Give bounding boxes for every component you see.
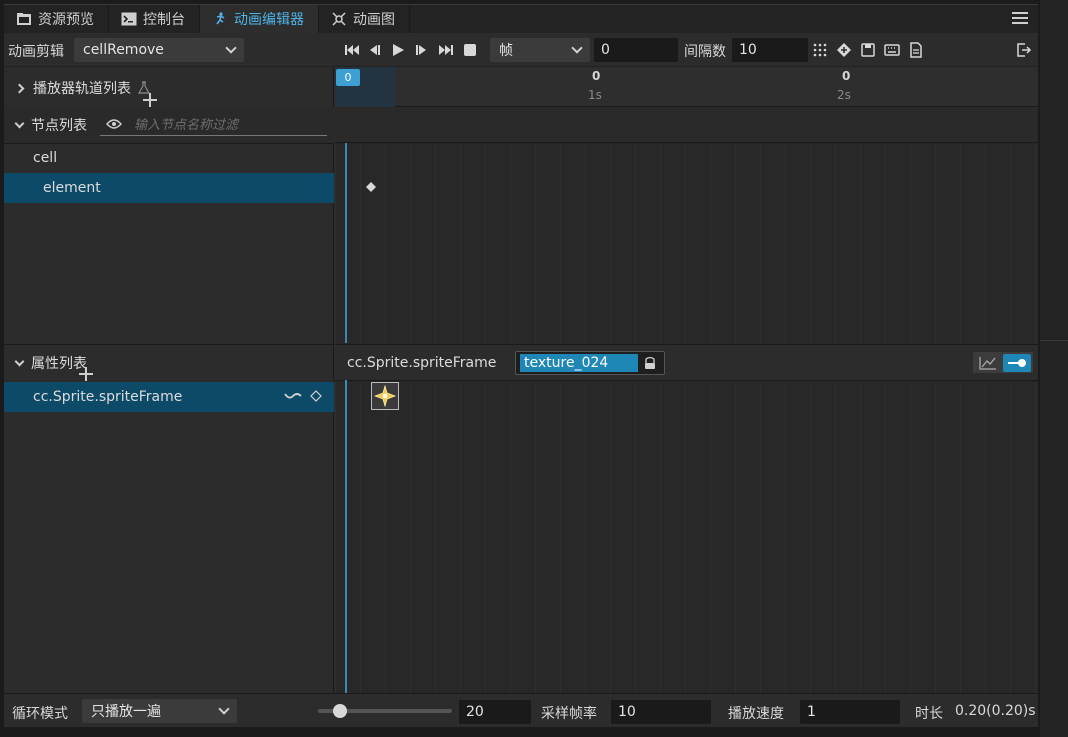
property-track-label: cc.Sprite.spriteFrame bbox=[347, 355, 497, 371]
player-tracks-header[interactable]: 播放器轨道列表 bbox=[4, 69, 334, 107]
time-ruler[interactable]: 0 0 1s 0 2s bbox=[335, 67, 1038, 107]
duration-value: 0.20(0.20)s bbox=[955, 703, 1036, 719]
ruler-tick-seconds: 1s bbox=[588, 88, 602, 102]
sprite-frame-asset-field[interactable]: texture_024 bbox=[515, 351, 665, 375]
play-speed-input[interactable]: 1 bbox=[800, 700, 900, 724]
player-tracks-title: 播放器轨道列表 bbox=[33, 81, 131, 97]
current-frame-badge[interactable]: 0 bbox=[336, 69, 360, 86]
chevron-down-icon[interactable] bbox=[14, 356, 25, 366]
time-unit-value: 帧 bbox=[499, 43, 513, 59]
ruler-tick-frame: 0 bbox=[842, 69, 851, 83]
property-track-grid[interactable] bbox=[335, 382, 1038, 693]
node-item-element[interactable]: element bbox=[4, 173, 334, 203]
tab-animation-editor[interactable]: 动画编辑器 bbox=[200, 4, 319, 34]
footer-bar: 循环模式 只播放一遍 20 采样帧率 10 播放速度 1 时长 0.20(0.2… bbox=[4, 693, 1038, 727]
stop-icon[interactable] bbox=[462, 42, 478, 58]
add-property-button[interactable] bbox=[79, 367, 93, 381]
curve-icon[interactable] bbox=[284, 390, 302, 402]
document-icon[interactable] bbox=[908, 42, 924, 58]
loop-mode-select[interactable]: 只播放一遍 bbox=[82, 699, 237, 723]
node-label: cell bbox=[33, 150, 58, 166]
loop-mode-value: 只播放一遍 bbox=[91, 704, 161, 720]
tab-label: 控制台 bbox=[143, 12, 185, 28]
terminal-icon bbox=[121, 12, 137, 26]
animation-graph-icon bbox=[332, 12, 346, 26]
keyframe-diamond-icon[interactable] bbox=[310, 390, 322, 402]
asset-name: texture_024 bbox=[520, 354, 638, 372]
node-track-grid[interactable] bbox=[335, 144, 1038, 344]
hamburger-menu-icon[interactable] bbox=[1012, 12, 1028, 26]
chevron-down-icon bbox=[225, 42, 237, 54]
left-panel: 播放器轨道列表 节点列表 输入节点名称过滤 cell element 属性列表 … bbox=[4, 67, 334, 693]
clip-label: 动画剪辑 bbox=[8, 44, 64, 60]
ruler-tick-seconds: 2s bbox=[837, 88, 851, 102]
panel-tab-bar: 资源预览 控制台 动画编辑器 动画图 bbox=[4, 4, 1038, 34]
clip-select-value: cellRemove bbox=[83, 42, 164, 58]
property-list-header: 属性列表 bbox=[4, 345, 334, 381]
time-unit-select[interactable]: 帧 bbox=[490, 38, 590, 62]
play-icon[interactable] bbox=[390, 42, 406, 58]
keyboard-shortcuts-icon[interactable] bbox=[884, 42, 900, 58]
sample-rate-label: 采样帧率 bbox=[541, 706, 597, 722]
playhead-line-property[interactable] bbox=[345, 380, 347, 693]
right-edge-panel bbox=[1040, 0, 1068, 737]
tab-animation-graph[interactable]: 动画图 bbox=[319, 4, 410, 34]
tab-label: 动画编辑器 bbox=[234, 12, 304, 28]
previous-frame-icon[interactable] bbox=[366, 42, 382, 58]
duration-label: 时长 bbox=[915, 706, 943, 722]
next-frame-icon[interactable] bbox=[414, 42, 430, 58]
tab-assets-preview[interactable]: 资源预览 bbox=[4, 4, 109, 34]
tab-label: 资源预览 bbox=[38, 12, 94, 28]
property-label: cc.Sprite.spriteFrame bbox=[33, 389, 183, 405]
tab-console[interactable]: 控制台 bbox=[109, 4, 200, 34]
timeline-area: 0 0 1s 0 2s cc.Sprite.spriteFrame textur… bbox=[335, 67, 1038, 693]
add-keyframe-icon[interactable] bbox=[836, 42, 852, 58]
keyframe-view-icon[interactable] bbox=[1003, 353, 1031, 372]
tab-label: 动画图 bbox=[353, 12, 395, 28]
grid-dots-icon[interactable] bbox=[812, 42, 828, 58]
node-track-header bbox=[335, 107, 1038, 143]
node-list-title: 节点列表 bbox=[31, 118, 87, 134]
save-icon[interactable] bbox=[860, 42, 876, 58]
current-frame-input[interactable]: 0 bbox=[594, 38, 678, 62]
animation-toolbar: 动画剪辑 cellRemove 帧 0 间隔数 10 bbox=[4, 33, 1038, 67]
ruler-tick-frame: 0 bbox=[592, 69, 601, 83]
chevron-right-icon bbox=[14, 83, 25, 93]
asset-locate-icon[interactable] bbox=[643, 356, 657, 370]
sample-rate-input[interactable]: 10 bbox=[611, 700, 711, 724]
node-filter-field[interactable]: 输入节点名称过滤 bbox=[100, 112, 327, 136]
clip-select[interactable]: cellRemove bbox=[74, 38, 244, 62]
play-speed-label: 播放速度 bbox=[728, 706, 784, 722]
eye-icon[interactable] bbox=[106, 118, 122, 130]
property-item-spriteframe[interactable]: cc.Sprite.spriteFrame bbox=[4, 382, 334, 412]
add-player-track-button[interactable] bbox=[143, 93, 157, 107]
running-man-icon bbox=[216, 12, 225, 25]
node-item-cell[interactable]: cell bbox=[4, 143, 334, 173]
curve-editor-icon[interactable] bbox=[978, 355, 998, 371]
folder-icon bbox=[17, 13, 31, 25]
exit-editor-icon[interactable] bbox=[1016, 42, 1032, 58]
jump-to-start-icon[interactable] bbox=[344, 42, 360, 58]
chevron-down-icon[interactable] bbox=[14, 118, 25, 128]
zoom-slider-knob[interactable] bbox=[333, 704, 347, 718]
sprite-thumbnail-icon bbox=[374, 385, 396, 407]
spacing-input[interactable]: 10 bbox=[732, 38, 808, 62]
zoom-input[interactable]: 20 bbox=[459, 700, 531, 724]
jump-to-end-icon[interactable] bbox=[438, 42, 454, 58]
property-track-header: cc.Sprite.spriteFrame texture_024 bbox=[335, 345, 1038, 381]
playhead-line-node[interactable] bbox=[345, 143, 347, 343]
chevron-down-icon bbox=[218, 703, 230, 715]
sprite-frame-keyframe[interactable] bbox=[371, 382, 399, 410]
chevron-down-icon bbox=[571, 42, 583, 54]
node-keyframe-marker[interactable] bbox=[365, 181, 377, 193]
node-filter-placeholder: 输入节点名称过滤 bbox=[134, 118, 239, 133]
loop-mode-label: 循环模式 bbox=[12, 706, 68, 722]
spacing-label: 间隔数 bbox=[684, 44, 726, 60]
track-view-toggle bbox=[973, 352, 1033, 373]
node-label: element bbox=[43, 180, 101, 196]
